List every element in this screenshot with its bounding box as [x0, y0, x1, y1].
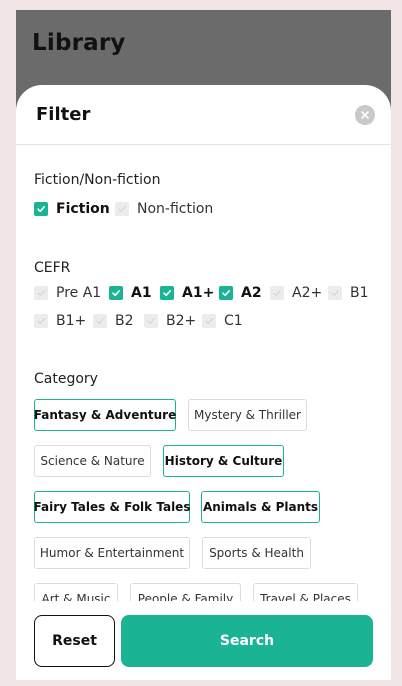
section-title-category: Category	[34, 371, 98, 387]
option-label: A2+	[292, 285, 323, 301]
checkbox-unchecked	[328, 286, 342, 300]
checkbox-unchecked	[34, 286, 48, 300]
checkbox-cefr-c1[interactable]: C1	[202, 313, 243, 329]
checkbox-checked	[160, 286, 174, 300]
check-icon	[222, 290, 230, 297]
reset-button[interactable]: Reset	[34, 615, 115, 667]
option-label: B2+	[166, 313, 197, 329]
checkbox-non-fiction[interactable]: Non-fiction	[115, 201, 213, 217]
option-label: A2	[241, 285, 262, 301]
checkbox-cefr-a1[interactable]: A1	[109, 285, 152, 301]
checkbox-checked	[219, 286, 233, 300]
checkbox-cefr-a2-plus[interactable]: A2+	[270, 285, 322, 301]
option-label: C1	[224, 313, 243, 329]
chip-travel-places[interactable]: Travel & Places	[253, 583, 358, 601]
chip-mystery-thriller[interactable]: Mystery & Thriller	[188, 399, 307, 431]
checkbox-unchecked	[270, 286, 284, 300]
check-icon	[331, 290, 339, 296]
checkbox-cefr-pre-a1[interactable]: Pre A1	[34, 285, 101, 301]
filter-content[interactable]: Fiction/Non-fiction Fiction Non-fiction …	[16, 146, 391, 601]
chip-animals-plants[interactable]: Animals & Plants	[201, 491, 320, 523]
close-icon	[361, 111, 369, 119]
page-title: Library	[32, 30, 126, 56]
filter-title: Filter	[36, 104, 91, 125]
check-icon	[37, 206, 45, 213]
checkbox-fiction[interactable]: Fiction	[34, 201, 110, 217]
checkbox-unchecked	[93, 314, 107, 328]
checkbox-checked	[109, 286, 123, 300]
option-label: A1+	[182, 285, 215, 301]
chip-sports-health[interactable]: Sports & Health	[202, 537, 311, 569]
option-label: Non-fiction	[137, 201, 214, 217]
check-icon	[37, 290, 45, 296]
section-title-fiction: Fiction/Non-fiction	[34, 172, 161, 188]
check-icon	[205, 318, 213, 324]
chip-history-culture[interactable]: History & Culture	[163, 445, 284, 477]
check-icon	[147, 318, 155, 324]
check-icon	[96, 318, 104, 324]
option-label: B1	[350, 285, 369, 301]
checkbox-cefr-b2[interactable]: B2	[93, 313, 134, 329]
filter-header: Filter	[16, 85, 391, 145]
check-icon	[112, 290, 120, 297]
checkbox-cefr-b1-plus[interactable]: B1+	[34, 313, 86, 329]
close-button[interactable]	[355, 105, 375, 125]
checkbox-checked	[34, 202, 48, 216]
option-label: A1	[131, 285, 152, 301]
checkbox-unchecked	[202, 314, 216, 328]
filter-footer: Reset Search	[16, 601, 391, 680]
filter-sheet: Filter Fiction/Non-fiction Fiction Non-f…	[16, 85, 391, 680]
check-icon	[118, 206, 126, 212]
checkbox-unchecked	[115, 202, 129, 216]
option-label: B1+	[56, 313, 87, 329]
check-icon	[37, 318, 45, 324]
chip-people-family[interactable]: People & Family	[130, 583, 241, 601]
checkbox-unchecked	[34, 314, 48, 328]
option-label: B2	[115, 313, 134, 329]
search-button[interactable]: Search	[121, 615, 373, 667]
checkbox-unchecked	[144, 314, 158, 328]
section-title-cefr: CEFR	[34, 260, 71, 276]
checkbox-cefr-a2[interactable]: A2	[219, 285, 262, 301]
option-label: Pre A1	[56, 285, 102, 301]
checkbox-cefr-b1[interactable]: B1	[328, 285, 369, 301]
chip-fantasy-adventure[interactable]: Fantasy & Adventure	[34, 399, 176, 431]
check-icon	[273, 290, 281, 296]
chip-fairy-tales[interactable]: Fairy Tales & Folk Tales	[34, 491, 190, 523]
option-label: Fiction	[56, 201, 110, 217]
checkbox-cefr-a1-plus[interactable]: A1+	[160, 285, 214, 301]
chip-humor-entertainment[interactable]: Humor & Entertainment	[34, 537, 190, 569]
check-icon	[163, 290, 171, 297]
chip-art-music[interactable]: Art & Music	[34, 583, 118, 601]
checkbox-cefr-b2-plus[interactable]: B2+	[144, 313, 196, 329]
app-screen: Library Filter Fiction/Non-fiction Ficti…	[16, 10, 391, 680]
chip-science-nature[interactable]: Science & Nature	[34, 445, 151, 477]
